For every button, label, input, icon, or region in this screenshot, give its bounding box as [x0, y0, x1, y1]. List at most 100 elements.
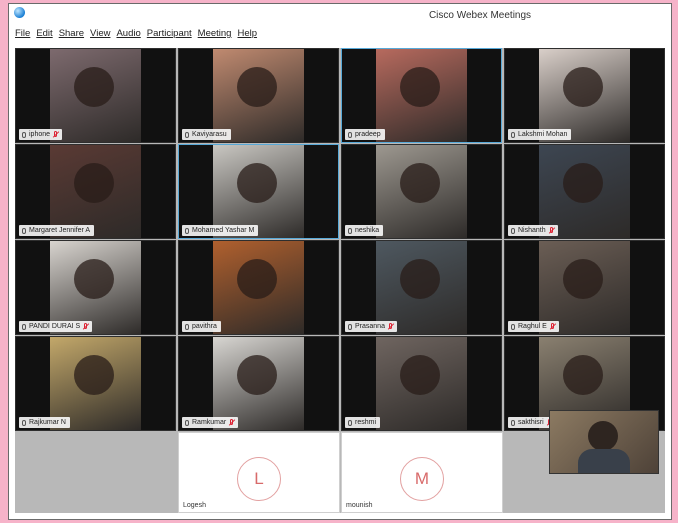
- menu-help[interactable]: Help: [237, 28, 257, 46]
- menu-audio[interactable]: Audio: [116, 28, 140, 46]
- avatar: L: [237, 457, 281, 501]
- menu-share[interactable]: Share: [59, 28, 84, 46]
- participant-silhouette: [74, 355, 114, 395]
- letterbox-right: [304, 241, 338, 334]
- participant-name: Mohamed Yashar M: [192, 227, 255, 234]
- participant-name: PANDI DURAI S: [29, 323, 81, 330]
- muted-mic-icon: [83, 323, 88, 330]
- participant-silhouette: [237, 67, 277, 107]
- avatar: M: [400, 457, 444, 501]
- self-view-shoulders: [578, 449, 630, 473]
- participant-video-tile[interactable]: Rajkumar N: [15, 336, 176, 431]
- microphone-icon: [348, 227, 352, 234]
- menu-file[interactable]: File: [15, 28, 30, 46]
- participant-video-tile[interactable]: Lakshmi Mohan: [504, 48, 665, 143]
- microphone-icon: [185, 131, 189, 138]
- participant-name: Rajkumar N: [29, 419, 66, 426]
- participant-video-tile[interactable]: reshmi: [341, 336, 502, 431]
- participant-name: sakthisri: [518, 419, 544, 426]
- microphone-icon: [22, 323, 26, 330]
- participant-silhouette: [563, 163, 603, 203]
- participant-name-label: Rajkumar N: [19, 417, 70, 428]
- muted-mic-icon: [549, 227, 554, 234]
- letterbox-right: [141, 49, 175, 142]
- participant-name: Nishanth: [518, 227, 546, 234]
- participant-name-label: pradeep: [345, 129, 385, 140]
- participant-name-label: neshika: [345, 225, 384, 236]
- participant-video-tile[interactable]: Mohamed Yashar M: [178, 144, 339, 239]
- microphone-icon: [22, 131, 26, 138]
- participant-name-label: pavithra: [182, 321, 221, 332]
- participant-silhouette: [237, 259, 277, 299]
- participant-video-tile[interactable]: pradeep: [341, 48, 502, 143]
- letterbox-right: [467, 337, 501, 430]
- participant-name: Prasanna: [355, 323, 385, 330]
- participant-name-label: Ramkumar: [182, 417, 239, 428]
- muted-mic-icon: [550, 323, 555, 330]
- participant-silhouette: [400, 163, 440, 203]
- participant-name: Margaret Jennifer A: [29, 227, 91, 234]
- participant-name: Lakshmi Mohan: [518, 131, 568, 138]
- participant-silhouette: [400, 355, 440, 395]
- letterbox-right: [141, 241, 175, 334]
- participant-video-tile[interactable]: pavithra: [178, 240, 339, 335]
- letterbox-right: [630, 49, 664, 142]
- microphone-icon: [511, 419, 515, 426]
- participant-silhouette: [237, 163, 277, 203]
- participant-silhouette: [74, 163, 114, 203]
- participant-silhouette: [563, 355, 603, 395]
- window-title: Cisco Webex Meetings: [428, 10, 532, 21]
- muted-mic-icon: [229, 419, 234, 426]
- menu-participant[interactable]: Participant: [147, 28, 192, 46]
- participant-name-label: Prasanna: [345, 321, 397, 332]
- app-window: Cisco Webex Meetings File Edit Share Vie…: [8, 3, 672, 520]
- participant-video-tile[interactable]: Kaviyarasu: [178, 48, 339, 143]
- self-view-video[interactable]: [549, 410, 659, 474]
- microphone-icon: [185, 323, 189, 330]
- participant-name-label: iphone: [19, 129, 63, 140]
- participant-name: Raghul E: [518, 323, 547, 330]
- menu-edit[interactable]: Edit: [36, 28, 52, 46]
- microphone-icon: [22, 419, 26, 426]
- avatar-tile-mounish[interactable]: M mounish: [341, 432, 503, 513]
- avatar-tile-logesh[interactable]: L Logesh: [178, 432, 340, 513]
- participant-name-label: Nishanth: [508, 225, 558, 236]
- menu-meeting[interactable]: Meeting: [198, 28, 232, 46]
- microphone-icon: [348, 419, 352, 426]
- participant-name-label: Lakshmi Mohan: [508, 129, 572, 140]
- participant-name-label: Margaret Jennifer A: [19, 225, 95, 236]
- letterbox-right: [467, 49, 501, 142]
- microphone-icon: [511, 131, 515, 138]
- letterbox-right: [467, 241, 501, 334]
- participant-name: pavithra: [192, 323, 217, 330]
- participant-video-tile[interactable]: Prasanna: [341, 240, 502, 335]
- participant-name: iphone: [29, 131, 51, 138]
- participant-silhouette: [400, 67, 440, 107]
- participant-name: pradeep: [355, 131, 381, 138]
- participant-name-label: Mohamed Yashar M: [182, 225, 259, 236]
- letterbox-right: [630, 145, 664, 238]
- participant-silhouette: [563, 259, 603, 299]
- participant-video-tile[interactable]: neshika: [341, 144, 502, 239]
- microphone-icon: [511, 227, 515, 234]
- muted-mic-icon: [388, 323, 393, 330]
- participant-video-tile[interactable]: Nishanth: [504, 144, 665, 239]
- self-view-person: [588, 421, 618, 451]
- participant-silhouette: [563, 67, 603, 107]
- participant-silhouette: [74, 67, 114, 107]
- participant-video-tile[interactable]: Margaret Jennifer A: [15, 144, 176, 239]
- participant-video-tile[interactable]: Ramkumar: [178, 336, 339, 431]
- participant-name-label: PANDI DURAI S: [19, 321, 93, 332]
- participant-video-tile[interactable]: PANDI DURAI S: [15, 240, 176, 335]
- participant-name: neshika: [355, 227, 380, 234]
- letterbox-right: [141, 337, 175, 430]
- letterbox-right: [630, 241, 664, 334]
- participant-video-tile[interactable]: iphone: [15, 48, 176, 143]
- participant-video-tile[interactable]: Raghul E: [504, 240, 665, 335]
- participant-name: Ramkumar: [192, 419, 227, 426]
- microphone-icon: [511, 323, 515, 330]
- letterbox-right: [141, 145, 175, 238]
- participant-name-label: Kaviyarasu: [182, 129, 231, 140]
- menu-view[interactable]: View: [90, 28, 110, 46]
- participant-name: Logesh: [183, 502, 206, 509]
